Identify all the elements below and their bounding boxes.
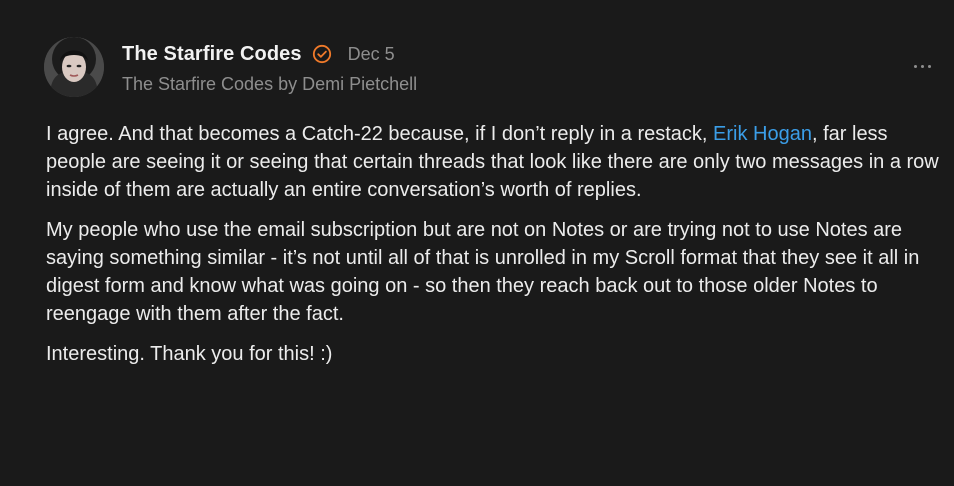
more-horizontal-icon [920, 64, 924, 68]
paragraph-text: I agree. And that becomes a Catch-22 bec… [46, 123, 714, 145]
more-options-button[interactable] [908, 56, 936, 76]
more-horizontal-icon [913, 64, 917, 68]
author-name[interactable]: The Starfire Codes [122, 43, 302, 66]
verified-badge-icon [312, 44, 332, 64]
note-paragraph-1: I agree. And that becomes a Catch-22 bec… [46, 120, 946, 204]
note-paragraph-3: Interesting. Thank you for this! :) [46, 343, 333, 365]
note-paragraph-2: My people who use the email subscription… [46, 219, 920, 325]
mention-link[interactable]: Erik Hogan [713, 123, 812, 145]
note-body: I agree. And that becomes a Catch-22 bec… [46, 120, 946, 380]
publication-name[interactable]: The Starfire Codes by Demi Pietchell [122, 74, 417, 95]
author-row: The Starfire Codes Dec 5 [122, 40, 395, 68]
avatar-image [44, 37, 104, 97]
avatar[interactable] [44, 37, 104, 97]
more-horizontal-icon [927, 64, 931, 68]
post-date[interactable]: Dec 5 [348, 44, 395, 65]
